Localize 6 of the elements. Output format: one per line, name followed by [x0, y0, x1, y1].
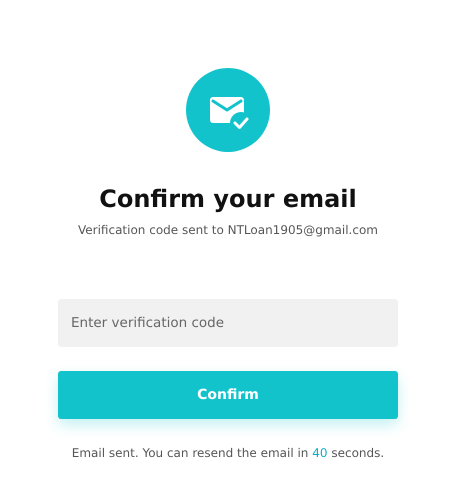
resend-note: Email sent. You can resend the email in 40 seconds. — [72, 446, 384, 460]
code-input[interactable]: Enter verification code — [58, 299, 398, 347]
confirm-button[interactable]: Confirm — [58, 371, 398, 419]
mail-check-icon — [186, 68, 270, 152]
page-title: Confirm your email — [99, 184, 357, 214]
subtitle: Verification code sent to NTLoan1905@gmail.com — [78, 223, 378, 237]
